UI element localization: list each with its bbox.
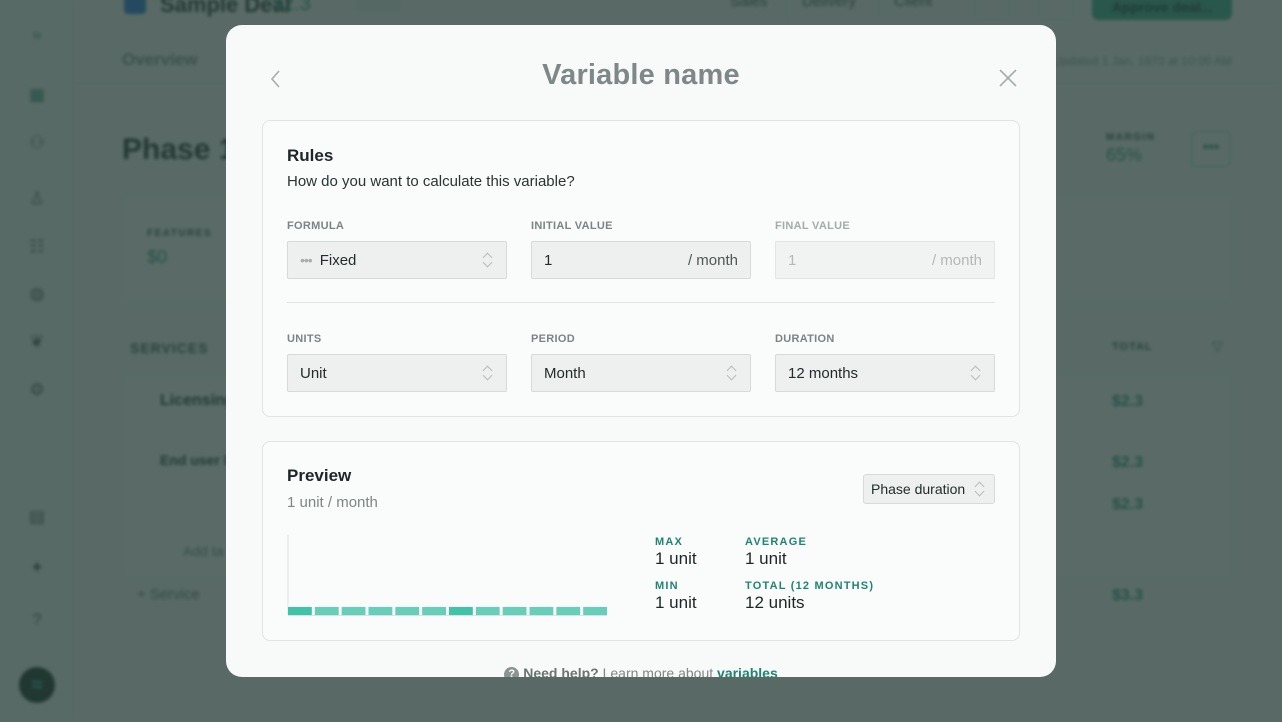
rules-panel: Rules How do you want to calculate this … [262, 120, 1020, 417]
preview-chart-svg [287, 535, 607, 616]
preview-title: Preview [287, 466, 352, 485]
duration-select[interactable]: 12 months [775, 354, 995, 392]
preview-chart [287, 535, 609, 617]
duration-value: 12 months [788, 364, 859, 382]
duration-label: DURATION [775, 333, 835, 345]
min-label: MIN [655, 580, 679, 592]
initial-value-input[interactable]: 1 / month [531, 241, 751, 279]
formula-value: Fixed [319, 251, 357, 269]
max-label: MAX [655, 536, 684, 548]
formula-label: FORMULA [287, 220, 345, 232]
period-label: PERIOD [531, 333, 575, 345]
select-arrows-icon [970, 364, 982, 382]
modal-title: Variable name [542, 59, 740, 91]
total-value: 12 units [745, 593, 805, 612]
total-label: TOTAL (12 MONTHS) [745, 580, 875, 592]
help-footer: ? Need help? Learn more about variables [226, 665, 1056, 677]
rules-title: Rules [287, 146, 334, 165]
chart-bar-m12 [583, 607, 607, 615]
variable-modal: Variable name Rules How do you want to c… [226, 25, 1056, 677]
select-arrows-icon [726, 364, 738, 382]
final-value-input: 1 / month [775, 241, 995, 279]
period-select[interactable]: Month [531, 354, 751, 392]
help-text: Learn more about [602, 665, 714, 677]
divider [287, 302, 995, 303]
range-select[interactable]: Phase duration [863, 474, 995, 504]
help-icon: ? [504, 667, 520, 677]
rules-subtitle: How do you want to calculate this variab… [287, 173, 575, 190]
select-arrows-icon [482, 364, 494, 382]
preview-panel: Preview 1 unit / month Phase duration MA… [262, 441, 1020, 641]
period-value: Month [544, 364, 586, 382]
max-value: 1 unit [655, 549, 697, 568]
chart-bar-m11 [556, 607, 581, 615]
initial-value-label: INITIAL VALUE [531, 220, 613, 232]
dots-icon: ••• [300, 252, 313, 268]
final-value-label: FINAL VALUE [775, 220, 851, 232]
chart-bar-m6 [422, 607, 446, 615]
units-label: UNITS [287, 333, 322, 345]
select-arrows-icon [974, 480, 986, 498]
close-button[interactable] [996, 66, 1020, 90]
final-value-suffix: / month [931, 251, 982, 269]
chart-bar-m2 [314, 607, 339, 615]
average-value: 1 unit [745, 549, 787, 568]
average-label: AVERAGE [745, 536, 807, 548]
chart-bar-m9 [502, 607, 527, 615]
chart-bar-m7 [449, 607, 473, 615]
final-value: 1 [788, 251, 797, 269]
min-value: 1 unit [655, 593, 697, 612]
chart-bar-m1 [288, 607, 312, 615]
close-icon [999, 69, 1017, 87]
chart-bar-m3 [341, 607, 366, 615]
preview-subtitle: 1 unit / month [287, 494, 378, 511]
units-select[interactable]: Unit [287, 354, 507, 392]
help-question: Need help? [523, 665, 599, 677]
range-select-value: Phase duration [871, 481, 966, 497]
chart-bar-m4 [368, 607, 393, 615]
variables-link[interactable]: variables [717, 665, 778, 677]
units-value: Unit [300, 364, 327, 382]
select-arrows-icon [482, 251, 494, 269]
formula-select[interactable]: ••• Fixed [287, 241, 507, 279]
initial-value-suffix: / month [687, 251, 738, 269]
initial-value: 1 [544, 251, 553, 269]
chart-bar-m10 [529, 607, 554, 615]
chart-bar-m8 [475, 607, 500, 615]
chart-bar-m5 [395, 607, 420, 615]
